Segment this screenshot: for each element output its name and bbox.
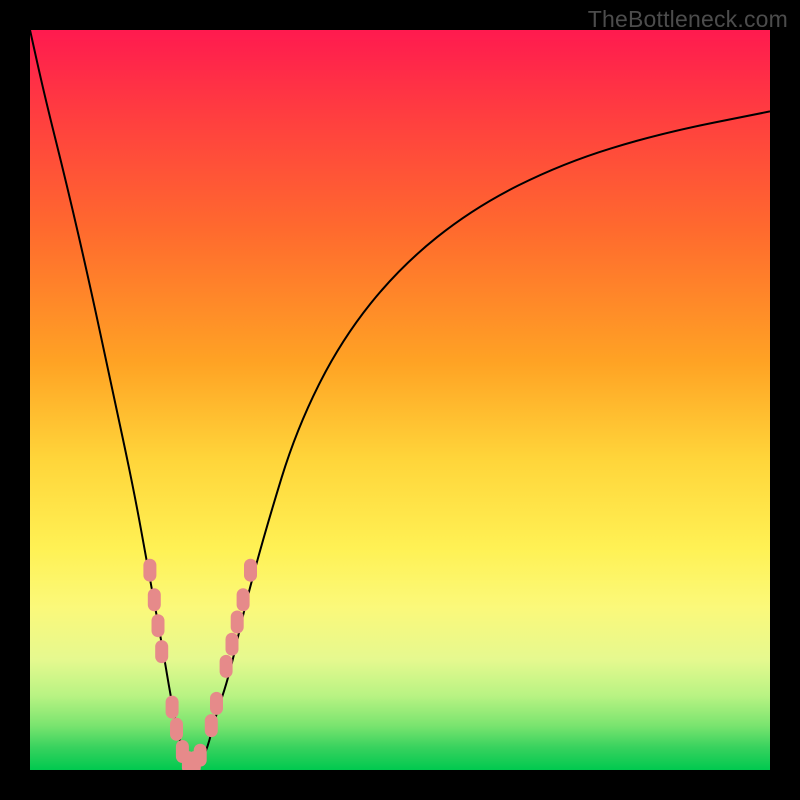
chart-svg [30, 30, 770, 770]
curve-marker [194, 744, 207, 767]
curve-marker [205, 714, 218, 737]
curve-marker [237, 588, 250, 611]
chart-plot-area [30, 30, 770, 770]
curve-markers [143, 559, 257, 770]
curve-marker [231, 611, 244, 634]
curve-marker [166, 696, 179, 719]
bottleneck-curve [30, 30, 770, 768]
curve-marker [170, 718, 183, 741]
curve-marker [220, 655, 233, 678]
curve-marker [148, 588, 161, 611]
curve-marker [152, 614, 165, 637]
curve-marker [210, 692, 223, 715]
curve-marker [143, 559, 156, 582]
curve-path [30, 30, 770, 768]
curve-marker [244, 559, 257, 582]
curve-marker [226, 633, 239, 656]
chart-frame: TheBottleneck.com [0, 0, 800, 800]
watermark-text: TheBottleneck.com [588, 6, 788, 33]
curve-marker [155, 640, 168, 663]
